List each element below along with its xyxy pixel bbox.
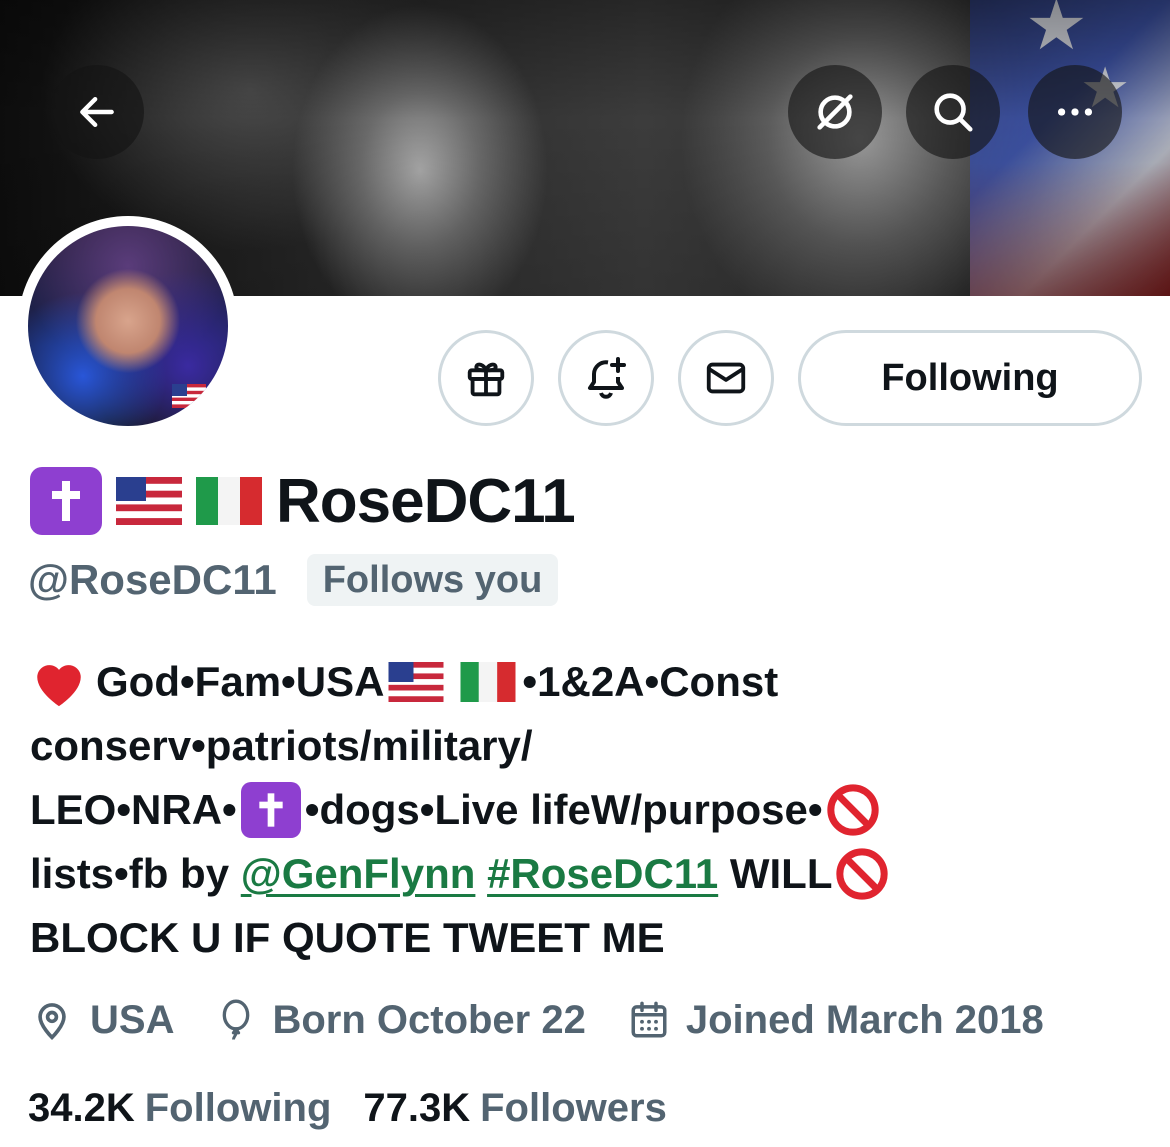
- followers-count: 77.3K: [363, 1085, 471, 1130]
- location-pin-icon: [38, 1003, 66, 1040]
- bell-plus-icon: [588, 357, 626, 399]
- search-button[interactable]: [906, 65, 1000, 159]
- prohibited-icon: [826, 784, 879, 836]
- gift-icon: [467, 362, 505, 397]
- bio-line: BLOCK U IF QUOTE TWEET ME: [30, 906, 1140, 970]
- bio-text: •1&2A•Const: [522, 658, 779, 705]
- bio-line: conserv•patriots/military/: [30, 714, 1140, 778]
- followers-stat-link[interactable]: 77.3K Followers: [363, 1086, 666, 1131]
- calendar-icon: [631, 1001, 667, 1038]
- grok-icon: [817, 94, 853, 130]
- back-button[interactable]: [50, 65, 144, 159]
- latin-cross-emoji-icon: [30, 467, 102, 535]
- bio-text: lists•fb by: [30, 850, 241, 897]
- bio-text: •dogs•Live lifeW/purpose•: [304, 786, 823, 833]
- italy-flag-icon: [460, 662, 516, 702]
- grok-button[interactable]: [788, 65, 882, 159]
- birthday-item: Born October 22: [216, 997, 586, 1043]
- location-text: USA: [90, 997, 175, 1042]
- red-heart-icon: [37, 665, 81, 707]
- joined-text: Joined March 2018: [685, 997, 1044, 1042]
- user-handle: @RoseDC11: [28, 556, 277, 603]
- envelope-icon: [706, 362, 746, 394]
- profile-meta: USA Born October 22 Joined March 2018: [30, 992, 1086, 1048]
- following-count: 34.2K: [28, 1085, 135, 1130]
- balloon-icon: [223, 999, 250, 1040]
- profile-bio: God•Fam•USA •1&2A•Const conserv•patriots…: [30, 650, 1140, 970]
- birthday-text: Born October 22: [272, 997, 586, 1042]
- bio-text: God•Fam•USA: [96, 658, 385, 705]
- bio-text: conserv•patriots/military/: [30, 722, 533, 769]
- us-flag-icon: [172, 384, 206, 408]
- notify-button[interactable]: [558, 330, 654, 426]
- gift-button[interactable]: [438, 330, 534, 426]
- bio-text: BLOCK U IF QUOTE TWEET ME: [30, 914, 665, 961]
- handle-row: @RoseDC11 Follows you: [28, 552, 559, 608]
- following-button[interactable]: Following: [798, 330, 1142, 426]
- bio-text: WILL: [718, 850, 833, 897]
- us-flag-icon: [388, 662, 444, 702]
- search-icon: [934, 93, 973, 132]
- joined-item: Joined March 2018: [628, 998, 1044, 1043]
- hashtag-link-rosedc11[interactable]: #RoseDC11: [487, 850, 718, 898]
- more-icon: [1057, 108, 1093, 116]
- back-arrow-icon: [80, 96, 114, 128]
- bio-line: lists•fb by @GenFlynn #RoseDC11 WILL: [30, 842, 1140, 906]
- following-stat-link[interactable]: 34.2K Following: [28, 1086, 331, 1131]
- bio-line: God•Fam•USA •1&2A•Const: [30, 650, 1140, 714]
- mention-link-genflynn[interactable]: @GenFlynn: [241, 850, 476, 898]
- latin-cross-emoji-icon: [240, 782, 301, 838]
- followers-label: Followers: [480, 1085, 667, 1130]
- avatar[interactable]: [18, 216, 238, 436]
- following-label: Following: [144, 1085, 332, 1130]
- avatar-image: [28, 226, 228, 426]
- more-button[interactable]: [1028, 65, 1122, 159]
- us-flag-icon: [116, 477, 182, 525]
- bio-line: LEO•NRA• •dogs•Live lifeW/purpose•: [30, 778, 1140, 842]
- bio-text: LEO•NRA•: [30, 786, 237, 833]
- display-name-text: RoseDC11: [276, 466, 576, 536]
- location-item: USA: [30, 998, 174, 1043]
- prohibited-icon: [836, 848, 889, 900]
- display-name: RoseDC11: [30, 465, 576, 537]
- profile-stats: 34.2K Following 77.3K Followers: [28, 1080, 699, 1136]
- italy-flag-icon: [196, 477, 262, 525]
- message-button[interactable]: [678, 330, 774, 426]
- follows-you-badge: Follows you: [306, 554, 559, 606]
